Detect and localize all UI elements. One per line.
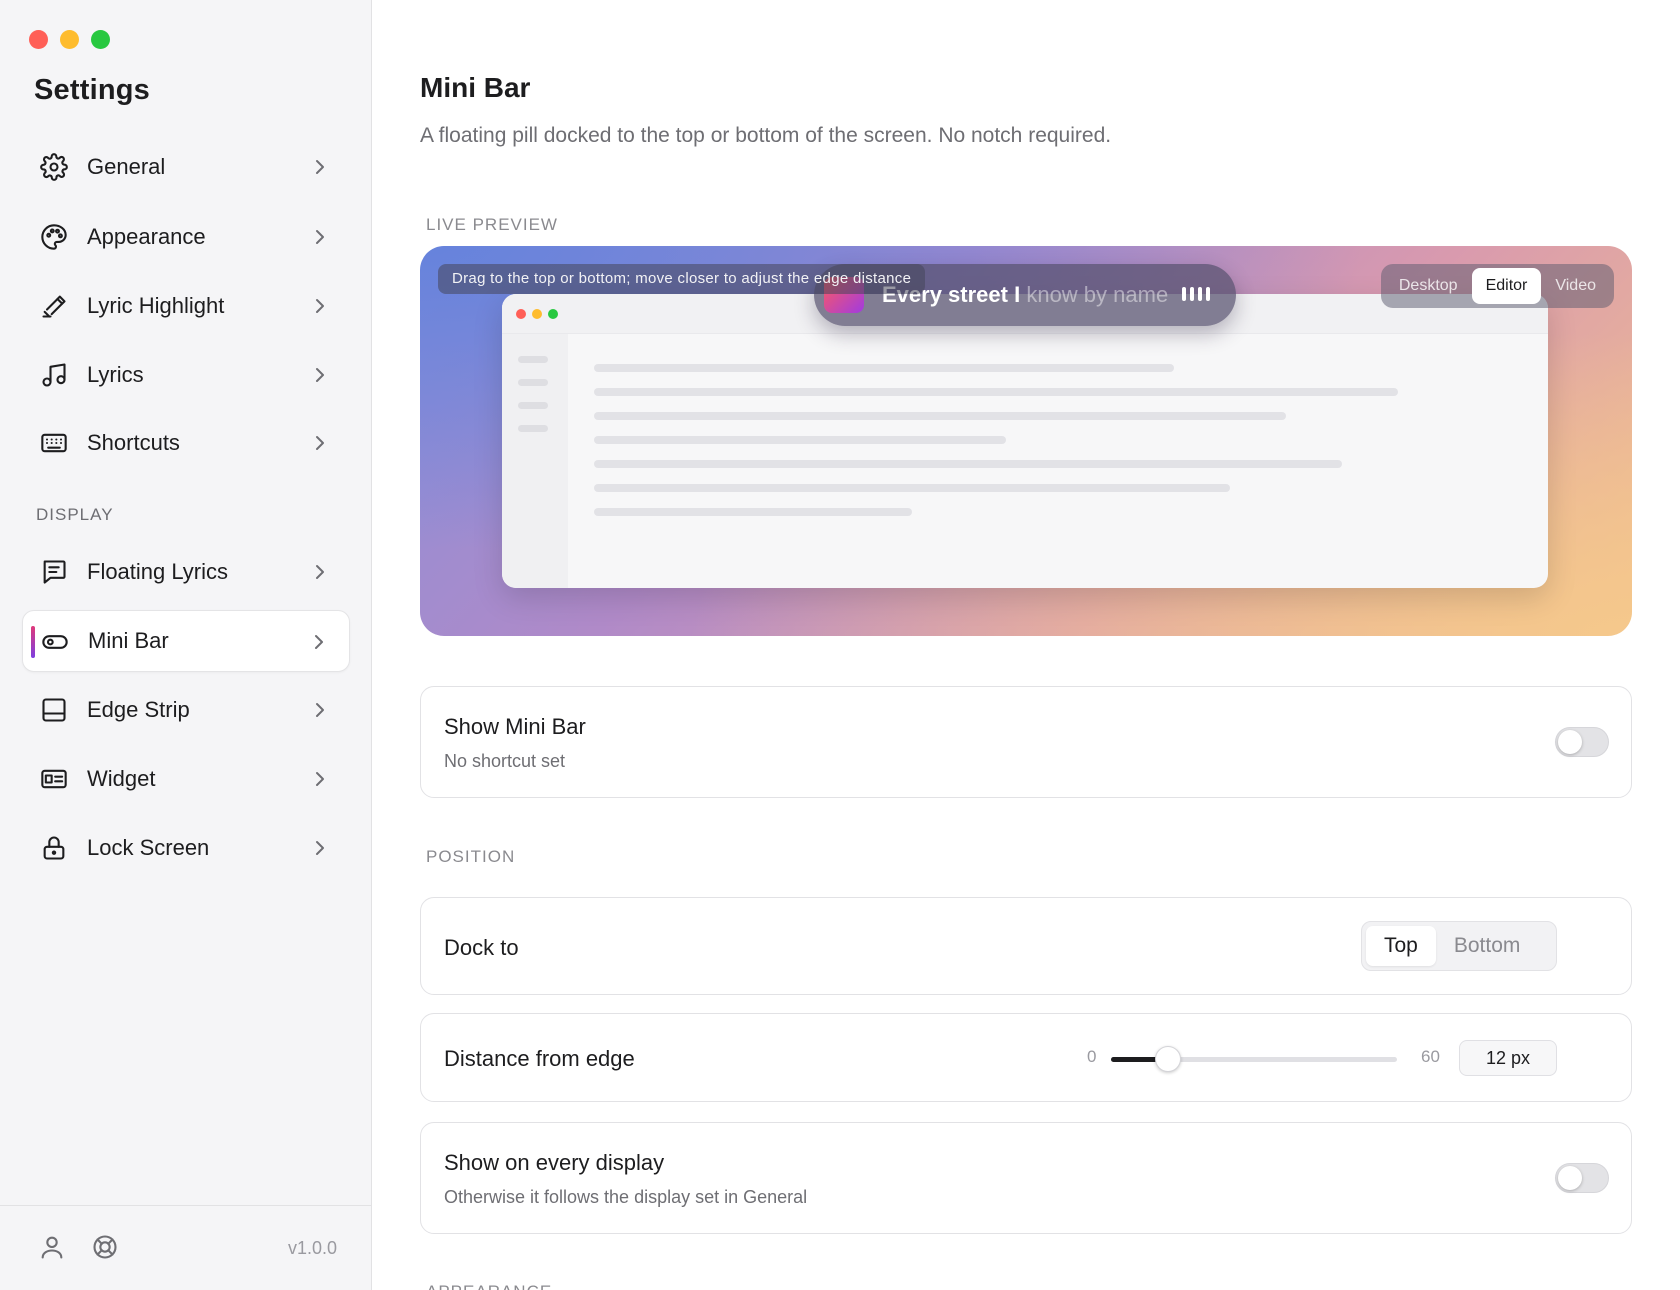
sidebar-item-edge-strip[interactable]: Edge Strip xyxy=(22,679,350,741)
app-version: v1.0.0 xyxy=(287,1238,337,1258)
mock-text-line xyxy=(594,484,1230,492)
dock-to-row: Dock to Top Bottom xyxy=(420,897,1632,995)
mock-text-line xyxy=(594,508,912,516)
sidebar-item-label: Mini Bar xyxy=(88,628,169,653)
sidebar-item-lyric-highlight[interactable]: Lyric Highlight xyxy=(22,275,350,337)
lyric-upcoming: know by name xyxy=(1026,282,1169,307)
chevron-right-icon xyxy=(310,769,330,789)
sidebar-item-lock-screen[interactable]: Lock Screen xyxy=(22,817,350,879)
sidebar-item-mini-bar[interactable]: Mini Bar xyxy=(22,610,350,672)
every-display-subtitle: Otherwise it follows the display set in … xyxy=(444,1187,808,1207)
distance-value-field[interactable]: 12 px xyxy=(1459,1040,1557,1076)
mock-window-sidebar xyxy=(502,334,568,588)
sidebar-item-appearance[interactable]: Appearance xyxy=(22,206,350,268)
chevron-right-icon xyxy=(310,433,330,453)
dock-option-bottom[interactable]: Bottom xyxy=(1436,926,1539,966)
panel-bottom-icon xyxy=(40,696,68,724)
close-window-button[interactable] xyxy=(29,30,48,49)
chevron-right-icon xyxy=(310,296,330,316)
help-lifebuoy-icon[interactable] xyxy=(91,1233,119,1261)
minimize-window-button[interactable] xyxy=(60,30,79,49)
chevron-right-icon xyxy=(310,838,330,858)
slider-thumb[interactable] xyxy=(1155,1046,1182,1072)
sidebar-section-display: DISPLAY xyxy=(36,505,114,524)
preview-window-mockup xyxy=(502,294,1548,588)
live-preview-label: LIVE PREVIEW xyxy=(426,215,558,234)
chevron-right-icon xyxy=(309,632,329,652)
sidebar-item-label: Lyric Highlight xyxy=(87,293,225,318)
gear-icon xyxy=(40,153,68,181)
sidebar-footer: v1.0.0 xyxy=(0,1205,372,1290)
sidebar-item-label: Widget xyxy=(87,766,156,791)
sidebar-item-label: General xyxy=(87,154,166,179)
keyboard-icon xyxy=(40,429,68,457)
view-option-desktop[interactable]: Desktop xyxy=(1385,268,1472,304)
sidebar-item-label: Appearance xyxy=(87,224,206,249)
every-display-toggle[interactable] xyxy=(1555,1163,1609,1193)
every-display-title: Show on every display xyxy=(444,1150,665,1175)
sidebar-item-general[interactable]: General xyxy=(22,136,350,198)
palette-icon xyxy=(40,223,68,251)
main-content: Mini Bar A floating pill docked to the t… xyxy=(372,0,1680,1290)
distance-label: Distance from edge xyxy=(444,1046,635,1071)
chevron-right-icon xyxy=(310,700,330,720)
mock-text-line xyxy=(594,412,1286,420)
every-display-row: Show on every display Otherwise it follo… xyxy=(420,1122,1632,1234)
id-card-icon xyxy=(40,765,68,793)
pill-icon xyxy=(41,628,69,656)
sidebar-item-label: Edge Strip xyxy=(87,697,190,722)
show-mini-bar-row: Show Mini Bar No shortcut set xyxy=(420,686,1632,798)
distance-row: Distance from edge 0 60 12 px xyxy=(420,1013,1632,1102)
user-icon[interactable] xyxy=(38,1233,66,1261)
chevron-right-icon xyxy=(310,562,330,582)
window-controls xyxy=(29,30,110,49)
chevron-right-icon xyxy=(310,157,330,177)
sidebar-item-label: Floating Lyrics xyxy=(87,559,229,584)
show-mini-bar-toggle[interactable] xyxy=(1555,727,1609,757)
dock-to-segmented: Top Bottom xyxy=(1361,921,1557,971)
sidebar-title: Settings xyxy=(34,74,150,106)
chevron-right-icon xyxy=(310,227,330,247)
slider-max-label: 60 xyxy=(1421,1047,1440,1066)
chevron-right-icon xyxy=(310,365,330,385)
dock-to-label: Dock to xyxy=(444,935,519,960)
mock-text-line xyxy=(594,364,1174,372)
appearance-section-label: APPEARANCE xyxy=(426,1282,552,1290)
view-option-video[interactable]: Video xyxy=(1541,268,1610,304)
page-subtitle: A floating pill docked to the top or bot… xyxy=(420,124,1112,147)
sidebar-item-label: Shortcuts xyxy=(87,430,180,455)
show-mini-bar-subtitle: No shortcut set xyxy=(444,751,566,771)
message-square-icon xyxy=(40,558,68,586)
view-option-editor[interactable]: Editor xyxy=(1471,268,1542,304)
highlighter-icon xyxy=(40,292,68,320)
sidebar-item-label: Lock Screen xyxy=(87,835,210,860)
sidebar-item-shortcuts[interactable]: Shortcuts xyxy=(22,412,350,474)
sidebar-item-floating-lyrics[interactable]: Floating Lyrics xyxy=(22,541,350,603)
mock-text-line xyxy=(594,460,1342,468)
mock-text-line xyxy=(594,388,1398,396)
waveform-icon xyxy=(1182,287,1210,301)
position-label: POSITION xyxy=(426,847,516,866)
mock-window-dots xyxy=(516,309,558,319)
sidebar-item-label: Lyrics xyxy=(87,362,144,387)
preview-view-switcher: Desktop Editor Video xyxy=(1380,264,1614,308)
zoom-window-button[interactable] xyxy=(91,30,110,49)
sidebar: Settings General Appearance Lyric Highli… xyxy=(0,0,372,1290)
dock-option-top[interactable]: Top xyxy=(1366,926,1436,966)
distance-slider[interactable] xyxy=(1111,1046,1397,1072)
page-title: Mini Bar xyxy=(420,72,531,103)
slider-min-label: 0 xyxy=(1087,1047,1097,1066)
sidebar-item-widget[interactable]: Widget xyxy=(22,748,350,810)
sidebar-item-lyrics[interactable]: Lyrics xyxy=(22,344,350,406)
music-note-icon xyxy=(40,361,68,389)
mock-text-line xyxy=(594,436,1006,444)
lock-icon xyxy=(40,834,68,862)
live-preview[interactable]: Every street I know by name Drag to the … xyxy=(420,246,1632,636)
drag-hint: Drag to the top or bottom; move closer t… xyxy=(438,264,926,294)
show-mini-bar-title: Show Mini Bar xyxy=(444,714,586,739)
